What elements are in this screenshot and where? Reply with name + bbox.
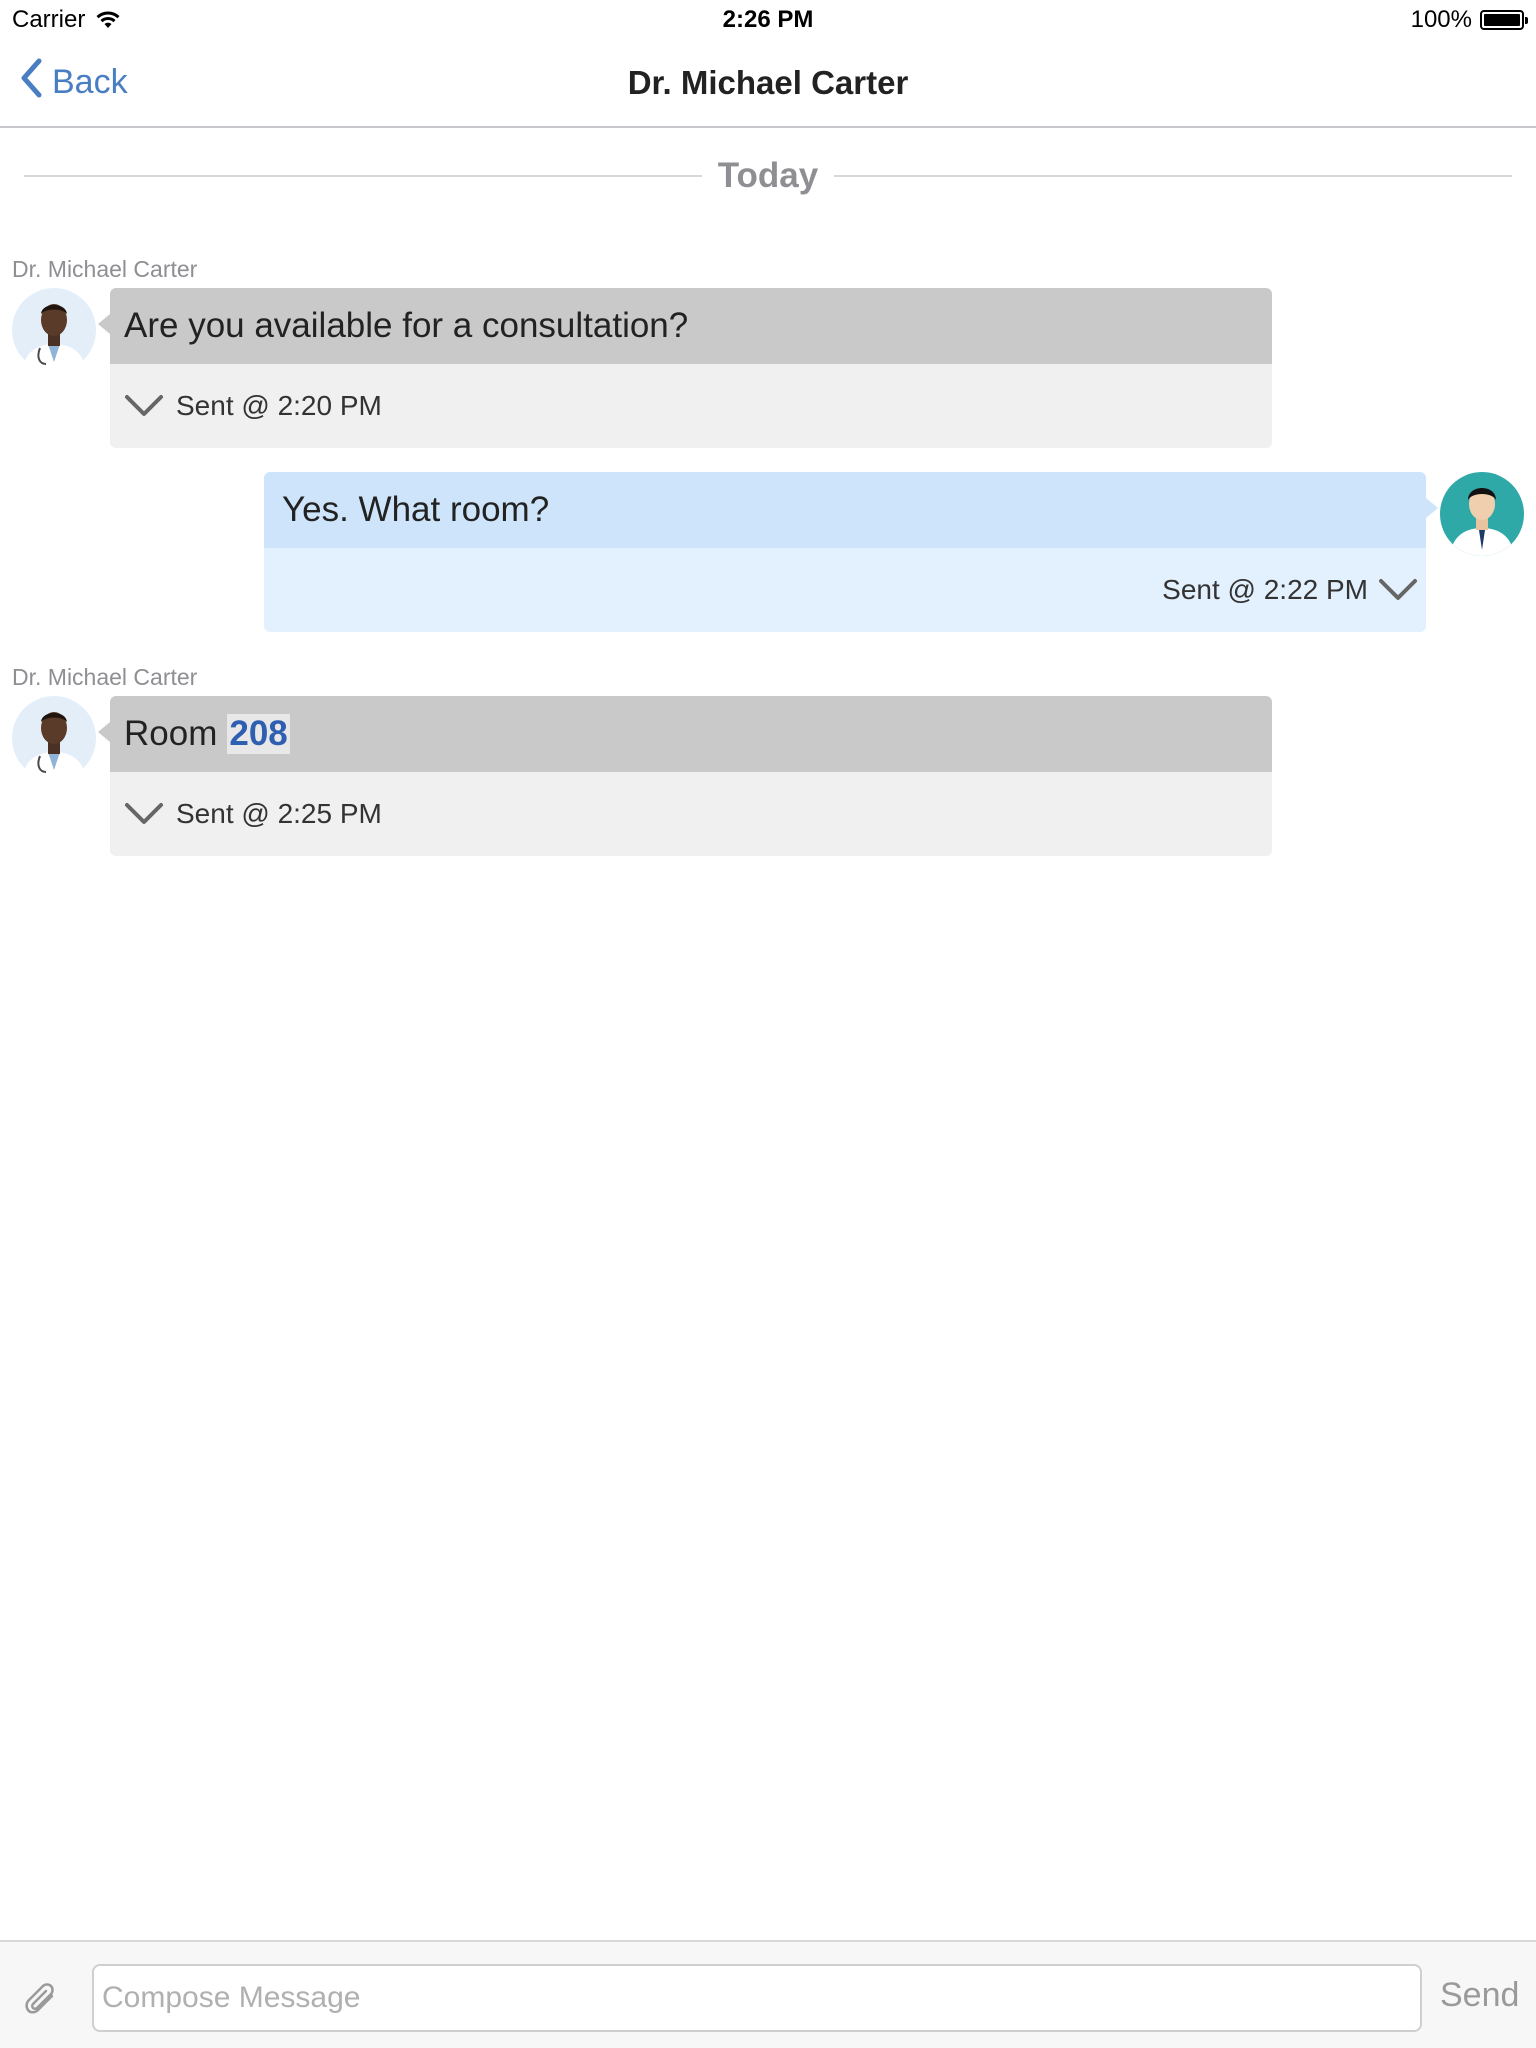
battery-indicator: 100% [1410,6,1528,34]
message-body: Room 208 [110,696,1272,772]
divider-line-left [24,175,702,177]
avatar [1440,472,1524,556]
battery-nub [1525,17,1528,24]
day-divider-label: Today [717,156,819,195]
bubble-pointer [1426,498,1438,518]
bubble-pointer [98,314,110,334]
message-timestamp: Sent @ 2:25 PM [176,798,382,829]
chevron-down-icon[interactable] [124,802,164,826]
conversation-title: Dr. Michael Carter [627,64,909,101]
compose-bar: Send [0,1940,1536,2048]
sender-name: Dr. Michael Carter [12,256,198,282]
battery-fill [1484,14,1520,26]
chat-screen: Carrier 2:26 PM 100% Back Dr. Michael Ca… [0,0,1536,2048]
message-footer: Sent @ 2:22 PM [264,548,1426,632]
message-body: Are you available for a consultation? [110,288,1272,364]
chevron-down-icon[interactable] [1378,578,1418,602]
message-body: Yes. What room? [264,472,1426,548]
send-button[interactable]: Send [1440,1976,1519,2015]
message-text: Yes. What room? [282,490,550,529]
message-timestamp: Sent @ 2:20 PM [176,390,382,421]
message-text: Are you available for a consultation? [124,306,689,345]
status-time: 2:26 PM [722,6,814,33]
status-bar: Carrier 2:26 PM 100% [0,0,1536,40]
outgoing-message-bubble[interactable]: Yes. What room? Sent @ 2:22 PM [264,472,1426,632]
paperclip-icon[interactable] [24,1982,64,2027]
message-timestamp: Sent @ 2:22 PM [1162,574,1368,605]
incoming-message-bubble[interactable]: Are you available for a consultation? Se… [110,288,1272,448]
day-divider: Today [24,156,1513,196]
message-footer: Sent @ 2:20 PM [110,364,1272,448]
room-number-link[interactable]: 208 [227,714,290,754]
message-footer: Sent @ 2:25 PM [110,772,1272,856]
avatar [12,696,96,780]
sender-name: Dr. Michael Carter [12,664,198,690]
chevron-down-icon[interactable] [124,394,164,418]
navigation-bar: Back Dr. Michael Carter [0,40,1536,128]
compose-message-input[interactable] [92,1964,1422,2032]
incoming-message-bubble[interactable]: Room 208 Sent @ 2:25 PM [110,696,1272,856]
message-text: Room [124,714,218,753]
battery-percent: 100% [1410,6,1472,33]
divider-line-right [834,175,1513,177]
bubble-pointer [98,722,110,742]
avatar [12,288,96,372]
battery-icon [1480,10,1528,30]
